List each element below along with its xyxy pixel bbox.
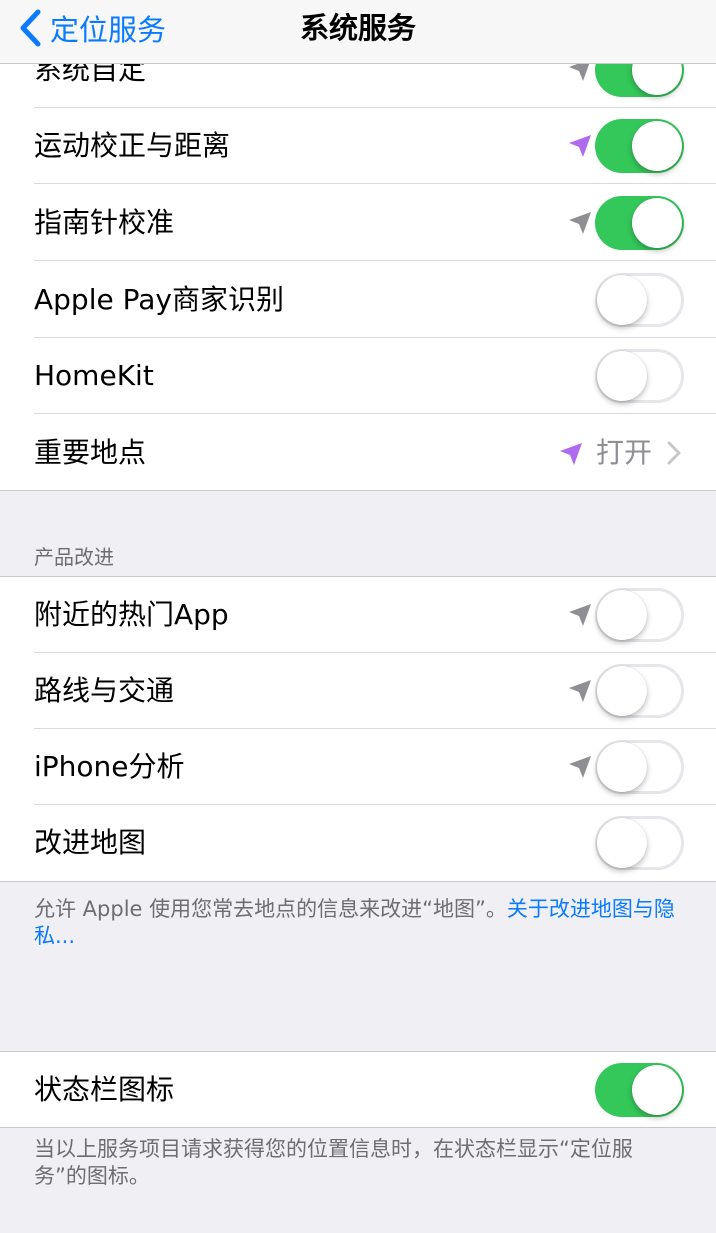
row-label: 状态栏图标 — [34, 1073, 175, 1106]
row-label: iPhone分析 — [34, 750, 185, 783]
row-popular-near-me[interactable]: 附近的热门App — [0, 577, 716, 653]
toggle-homekit[interactable] — [595, 349, 684, 403]
toggle-motion-calibration[interactable] — [595, 119, 684, 173]
location-arrow-icon — [569, 604, 591, 626]
row-compass-calibration[interactable]: 指南针校准 — [0, 185, 716, 261]
toggle-routing-traffic[interactable] — [595, 664, 684, 718]
status-bar-footer: 当以上服务项目请求获得您的位置信息时，在状态栏显示“定位服务”的图标。 — [34, 1137, 633, 1188]
location-arrow-icon — [569, 756, 591, 778]
row-label: Apple Pay商家识别 — [34, 283, 284, 316]
row-label: 运动校正与距离 — [34, 129, 231, 162]
row-label: 路线与交通 — [34, 674, 175, 707]
row-apple-pay-merchant[interactable]: Apple Pay商家识别 — [0, 262, 716, 338]
location-arrow-icon — [569, 135, 591, 157]
row-label: HomeKit — [34, 359, 154, 392]
location-arrow-icon — [560, 443, 582, 465]
row-label: 重要地点 — [34, 436, 147, 469]
row-status-bar-icon[interactable]: 状态栏图标 — [0, 1052, 716, 1127]
row-label: 指南针校准 — [34, 206, 175, 239]
row-routing-traffic[interactable]: 路线与交通 — [0, 653, 716, 729]
system-services-group: 系统自定 运动校正与距离 指南针校准 Apple Pay商家识别 HomeKit — [0, 30, 716, 491]
row-homekit[interactable]: HomeKit — [0, 338, 716, 414]
improve-maps-footer: 允许 Apple 使用您常去地点的信息来改进“地图”。关于改进地图与隐私... — [34, 896, 684, 950]
row-significant-locations[interactable]: 重要地点 打开 — [0, 415, 716, 491]
significant-locations-value: 打开 — [596, 436, 653, 469]
toggle-popular-near-me[interactable] — [595, 588, 684, 642]
row-label: 附近的热门App — [34, 598, 229, 631]
section-header-product-improvement: 产品改进 — [34, 545, 114, 569]
footer-description: 允许 Apple 使用您常去地点的信息来改进“地图”。 — [34, 897, 507, 921]
toggle-iphone-analytics[interactable] — [595, 740, 684, 794]
navigation-bar: 定位服务 系统服务 — [0, 0, 716, 64]
row-improve-maps[interactable]: 改进地图 — [0, 805, 716, 881]
chevron-right-icon — [667, 441, 681, 465]
toggle-apple-pay-merchant[interactable] — [595, 273, 684, 327]
row-label: 改进地图 — [34, 826, 147, 859]
status-bar-group: 状态栏图标 — [0, 1052, 716, 1127]
product-improvement-group: 附近的热门App 路线与交通 iPhone分析 改进地图 — [0, 577, 716, 881]
location-arrow-icon — [569, 212, 591, 234]
row-motion-calibration[interactable]: 运动校正与距离 — [0, 108, 716, 184]
row-iphone-analytics[interactable]: iPhone分析 — [0, 729, 716, 805]
toggle-status-bar-icon[interactable] — [595, 1063, 684, 1117]
toggle-improve-maps[interactable] — [595, 816, 684, 870]
toggle-compass-calibration[interactable] — [595, 196, 684, 250]
location-arrow-icon — [569, 680, 591, 702]
page-title: 系统服务 — [299, 11, 416, 45]
